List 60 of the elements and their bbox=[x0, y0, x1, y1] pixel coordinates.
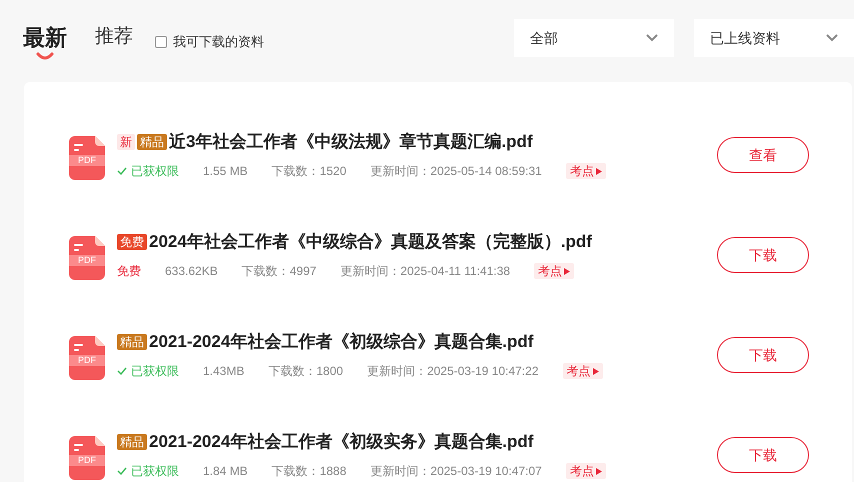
topic-badge[interactable]: 考点 bbox=[566, 163, 606, 179]
checkbox[interactable] bbox=[155, 36, 167, 48]
check-icon bbox=[117, 167, 127, 175]
file-icon bbox=[69, 336, 105, 380]
file-title[interactable]: 2024年社会工作者《中级综合》真题及答案（完整版）.pdf bbox=[149, 229, 592, 255]
tag: 新 bbox=[117, 134, 135, 150]
play-icon bbox=[596, 168, 602, 174]
update-time: 更新时间：2025-03-19 10:47:22 bbox=[367, 363, 538, 380]
topic-badge[interactable]: 考点 bbox=[562, 363, 602, 379]
file-title[interactable]: 2021-2024年社会工作者《初级综合》真题合集.pdf bbox=[149, 329, 534, 355]
access-text: 已获权限 bbox=[131, 463, 179, 480]
action-button[interactable]: 查看 bbox=[717, 137, 809, 173]
access-text: 已获权限 bbox=[131, 363, 179, 380]
download-count: 下载数：1520 bbox=[272, 163, 346, 180]
file-type-label: PDF bbox=[77, 455, 97, 466]
chevron-down-icon bbox=[826, 34, 838, 42]
smile-underline-icon bbox=[36, 52, 54, 60]
check-icon bbox=[117, 367, 127, 375]
file-size: 1.43MB bbox=[203, 363, 244, 380]
access-text: 免费 bbox=[117, 263, 141, 280]
action-button[interactable]: 下载 bbox=[717, 437, 809, 473]
play-icon bbox=[564, 268, 570, 274]
action-button[interactable]: 下载 bbox=[717, 237, 809, 273]
file-size: 1.55 MB bbox=[203, 163, 248, 180]
file-icon bbox=[69, 136, 105, 180]
download-count: 下载数：4997 bbox=[242, 263, 316, 280]
tab[interactable]: 推荐 bbox=[95, 19, 133, 65]
update-time: 更新时间：2025-04-11 11:41:38 bbox=[340, 263, 510, 280]
download-count: 下载数：1888 bbox=[272, 463, 346, 480]
tag: 精品 bbox=[137, 134, 167, 150]
play-icon bbox=[596, 468, 602, 474]
update-time: 更新时间：2025-03-19 10:47:07 bbox=[370, 463, 542, 480]
file-icon bbox=[69, 236, 105, 280]
tag: 精品 bbox=[117, 434, 147, 450]
chevron-down-icon bbox=[646, 34, 658, 42]
check-icon bbox=[117, 467, 127, 475]
tag: 精品 bbox=[117, 334, 147, 350]
topic-label: 考点 bbox=[566, 363, 590, 380]
tag: 免费 bbox=[117, 234, 147, 250]
file-type-label: PDF bbox=[77, 155, 97, 166]
dropdown[interactable]: 已上线资料 bbox=[694, 19, 854, 57]
file-type-label: PDF bbox=[77, 255, 97, 266]
update-time: 更新时间：2025-05-14 08:59:31 bbox=[370, 163, 542, 180]
download-count: 下载数：1800 bbox=[268, 363, 344, 380]
topic-label: 考点 bbox=[570, 463, 594, 480]
file-title[interactable]: 2021-2024年社会工作者《初级实务》真题合集.pdf bbox=[149, 429, 534, 455]
file-size: 1.84 MB bbox=[203, 463, 248, 480]
topic-label: 考点 bbox=[538, 263, 562, 280]
file-title[interactable]: 近3年社会工作者《中级法规》章节真题汇编.pdf bbox=[169, 129, 533, 155]
file-size: 633.62KB bbox=[165, 263, 218, 280]
tab[interactable]: 最新 bbox=[23, 19, 67, 65]
play-icon bbox=[592, 368, 598, 374]
checkbox-label: 我可下载的资料 bbox=[173, 33, 264, 51]
dropdown[interactable]: 全部 bbox=[514, 19, 674, 57]
action-button[interactable]: 下载 bbox=[717, 337, 809, 373]
access-text: 已获权限 bbox=[131, 163, 179, 180]
topic-badge[interactable]: 考点 bbox=[566, 463, 606, 479]
file-type-label: PDF bbox=[77, 355, 97, 366]
topic-badge[interactable]: 考点 bbox=[534, 263, 574, 279]
topic-label: 考点 bbox=[570, 163, 594, 180]
